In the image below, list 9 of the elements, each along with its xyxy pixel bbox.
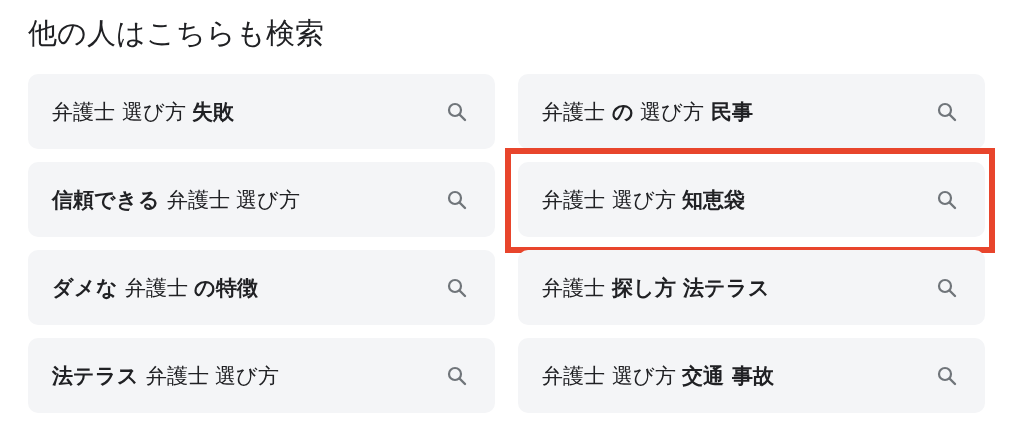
section-title: 他の人はこちらも検索 <box>28 15 324 52</box>
search-suggestion[interactable]: 弁護士 の 選び方 民事 <box>518 74 985 149</box>
search-suggestion[interactable]: 弁護士 選び方 交通 事故 <box>518 338 985 413</box>
search-suggestion[interactable]: 法テラス 弁護士 選び方 <box>28 338 495 413</box>
search-suggestion[interactable]: 信頼できる 弁護士 選び方 <box>28 162 495 237</box>
search-suggestion[interactable]: 弁護士 探し方 法テラス <box>518 250 985 325</box>
search-suggestion[interactable]: 弁護士 選び方 失敗 <box>28 74 495 149</box>
search-suggestion[interactable]: ダメな 弁護士 の特徴 <box>28 250 495 325</box>
search-suggestion[interactable]: 弁護士 選び方 知恵袋 <box>518 162 985 237</box>
